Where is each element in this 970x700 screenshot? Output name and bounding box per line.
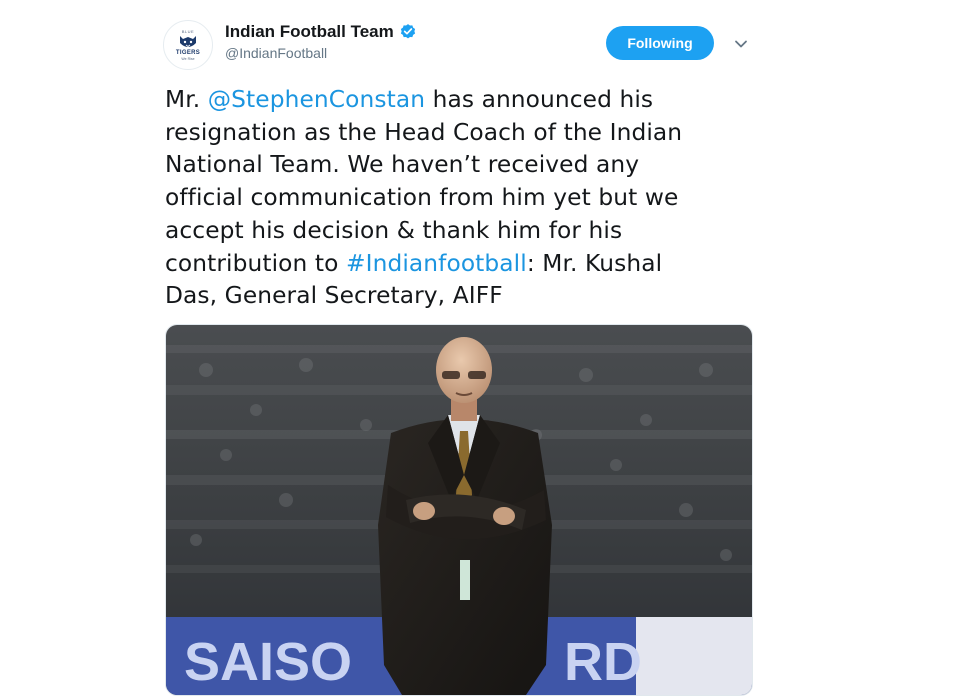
tweet-author: Indian Football Team @IndianFootball [225, 22, 417, 61]
tweet-text: Mr. @StephenConstan has announced his re… [165, 84, 755, 313]
author-name[interactable]: Indian Football Team [225, 22, 394, 42]
avatar-crest-word: TIGERS [175, 49, 201, 56]
tiger-crest-icon [180, 35, 196, 47]
tweet-photo[interactable]: SAISO RD [165, 324, 753, 696]
tweet-text-part-2: has announced his resignation as the Hea… [165, 86, 683, 277]
following-button[interactable]: Following [606, 26, 714, 60]
banner-text: SAISO [184, 632, 352, 692]
verified-badge-icon [400, 24, 415, 39]
author-handle[interactable]: @IndianFootball [225, 45, 417, 61]
banner-text-2: RD [564, 632, 642, 692]
mention-link[interactable]: @StephenConstan [208, 86, 425, 113]
avatar-crest-sub: We Rise [181, 56, 195, 61]
chevron-down-icon[interactable] [733, 36, 749, 52]
hashtag-link[interactable]: #Indianfootball [346, 250, 527, 277]
tweet-text-part-1: Mr. [165, 86, 208, 113]
coach-photo-image: SAISO RD [166, 325, 752, 695]
avatar[interactable]: BLUE TIGERS We Rise [163, 20, 213, 70]
